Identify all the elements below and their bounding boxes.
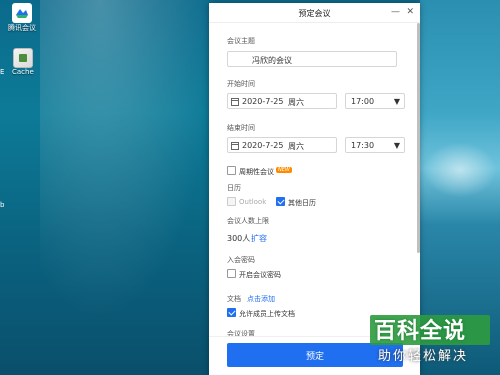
watermark: 百科全说 助你轻松解决 xyxy=(370,313,492,369)
other-calendar-checkbox[interactable] xyxy=(276,197,285,206)
end-date: 2020-7-25 xyxy=(242,141,284,150)
password-label: 入会密码 xyxy=(227,256,255,264)
desktop-edge-text: E xyxy=(0,68,5,76)
allow-upload-checkbox[interactable] xyxy=(227,308,236,317)
docs-label: 文档 xyxy=(227,295,241,303)
expand-capacity-link[interactable]: 扩容 xyxy=(251,233,267,244)
dialog-titlebar: 预定会议 — ✕ xyxy=(209,3,420,23)
desktop-icon-cache[interactable]: Cache xyxy=(12,48,34,76)
outlook-checkbox[interactable] xyxy=(227,197,236,206)
recurring-label: 周期性会议 xyxy=(239,168,274,176)
recurring-checkbox[interactable] xyxy=(227,166,236,175)
chevron-down-icon: ▼ xyxy=(393,141,400,150)
desktop-icon-label: Cache xyxy=(12,68,34,76)
watermark-title: 百科全说 xyxy=(374,319,467,344)
subject-input[interactable]: 冯欣的会议 xyxy=(227,51,397,67)
end-date-picker[interactable]: 2020-7-25 周六 xyxy=(227,137,337,153)
end-time-select[interactable]: 17:30 ▼ xyxy=(345,137,405,153)
subject-label: 会议主题 xyxy=(227,37,255,45)
calendar-icon xyxy=(231,98,239,106)
outlook-label: Outlook xyxy=(239,198,267,206)
end-time: 17:30 xyxy=(351,141,375,150)
start-time: 17:00 xyxy=(351,97,375,106)
start-time-select[interactable]: 17:00 ▼ xyxy=(345,93,405,109)
allow-upload-label: 允许成员上传文档 xyxy=(239,310,295,318)
calendar-label: 日历 xyxy=(227,184,241,192)
end-time-label: 结束时间 xyxy=(227,124,255,132)
desktop-icon-tencent-meeting[interactable]: 腾讯会议 xyxy=(8,3,36,33)
file-icon xyxy=(12,48,33,68)
tencent-meeting-icon xyxy=(12,3,32,23)
capacity-value: 300人 xyxy=(227,234,251,243)
other-calendar-label: 其他日历 xyxy=(288,199,316,207)
dialog-scrollbar[interactable] xyxy=(417,23,420,253)
chevron-down-icon: ▼ xyxy=(393,97,400,106)
add-document-link[interactable]: 点击添加 xyxy=(247,294,275,304)
password-checkbox[interactable] xyxy=(227,269,236,278)
subject-value: 冯欣的会议 xyxy=(252,56,292,65)
dialog-title: 预定会议 xyxy=(298,9,331,18)
end-weekday: 周六 xyxy=(288,142,304,151)
start-date-picker[interactable]: 2020-7-25 周六 xyxy=(227,93,337,109)
new-badge: NEW xyxy=(276,167,292,173)
start-date: 2020-7-25 xyxy=(242,97,284,106)
desktop-edge-text: b xyxy=(0,201,5,209)
close-button[interactable]: ✕ xyxy=(406,7,414,17)
desktop-icon-label: 腾讯会议 xyxy=(8,24,36,32)
password-toggle-label: 开启会议密码 xyxy=(239,271,281,279)
start-weekday: 周六 xyxy=(288,98,304,107)
capacity-label: 会议人数上限 xyxy=(227,217,269,225)
watermark-subtitle: 助你轻松解决 xyxy=(378,349,469,364)
minimize-button[interactable]: — xyxy=(391,7,400,17)
wallpaper-wave xyxy=(420,140,500,200)
start-time-label: 开始时间 xyxy=(227,80,255,88)
calendar-icon xyxy=(231,142,239,150)
